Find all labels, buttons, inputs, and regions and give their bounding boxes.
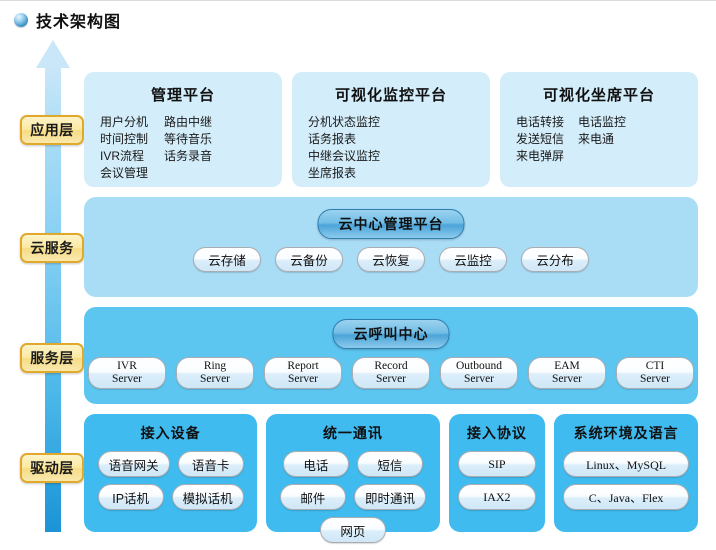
- box-title: 管理平台: [150, 87, 215, 104]
- device-pill-voice-gateway[interactable]: 语音网关: [97, 451, 170, 477]
- server-suffix: Server: [551, 373, 582, 385]
- cloud-pill-distribution[interactable]: 云分布: [521, 247, 589, 272]
- feature-item: 电话监控: [578, 115, 627, 129]
- pill-group: 电话 短信 邮件 即时通讯 网页: [274, 451, 431, 543]
- environment-pill-linux-mysql[interactable]: Linux、MySQL: [563, 451, 690, 477]
- server-suffix: Server: [111, 373, 142, 385]
- feature-list: 电话转接 电话监控 发送短信 来电通 来电弹屏: [510, 114, 688, 165]
- application-box-management-platform: 管理平台 用户分机 路由中继 时间控制 等待音乐 IVR流程 话务录音 会议管理: [84, 72, 282, 187]
- feature-item: 分机状态监控: [308, 115, 381, 129]
- server-suffix: Server: [463, 373, 494, 385]
- layer-badge-cloud-service: 云服务: [20, 233, 84, 263]
- feature-item: 时间控制: [100, 132, 149, 146]
- blue-sphere-icon: [14, 13, 28, 27]
- server-pill-eam[interactable]: EAM Server: [528, 357, 606, 389]
- comm-pill-telephone[interactable]: 电话: [282, 451, 349, 477]
- box-title: 接入设备: [140, 425, 201, 441]
- server-name: Record: [374, 360, 408, 372]
- comm-pill-sms[interactable]: 短信: [356, 451, 423, 477]
- feature-item: 话务录音: [164, 149, 213, 163]
- feature-item: 电话转接: [516, 115, 565, 129]
- pill-group: 语音网关 语音卡 IP话机 模拟话机: [92, 451, 249, 510]
- application-box-visual-monitoring-platform: 可视化监控平台 分机状态监控 话务报表 中继会议监控 坐席报表: [292, 72, 490, 187]
- layer-badge-driver-label: 驱动层: [30, 460, 74, 476]
- box-title: 可视化坐席平台: [542, 87, 655, 104]
- server-pill-ring[interactable]: Ring Server: [176, 357, 254, 389]
- cloud-center-management-platform-heading: 云中心管理平台: [317, 209, 465, 239]
- feature-item: 来电弹屏: [516, 149, 565, 163]
- device-pill-analog-phone[interactable]: 模拟话机: [171, 484, 244, 510]
- feature-item: 中继会议监控: [308, 149, 381, 163]
- top-divider: [0, 0, 716, 1]
- feature-item: 话务报表: [308, 132, 357, 146]
- server-pill-outbound[interactable]: Outbound Server: [440, 357, 518, 389]
- cloud-pill-storage[interactable]: 云存储: [193, 247, 261, 272]
- driver-layer-row: 接入设备 语音网关 语音卡 IP话机 模拟话机 统一通讯 电话 短信 邮件 即时…: [84, 414, 698, 543]
- feature-item: 发送短信: [516, 132, 565, 146]
- server-suffix: Server: [639, 373, 670, 385]
- comm-pill-webpage[interactable]: 网页: [319, 517, 386, 543]
- driver-box-system-environment-languages: 系统环境及语言 Linux、MySQL C、Java、Flex: [554, 414, 698, 532]
- environment-pill-c-java-flex[interactable]: C、Java、Flex: [563, 484, 690, 510]
- server-pill-cti[interactable]: CTI Server: [616, 357, 694, 389]
- feature-item: 用户分机: [100, 115, 149, 129]
- server-pill-record[interactable]: Record Server: [352, 357, 430, 389]
- page-title-text: 技术架构图: [36, 14, 122, 31]
- server-name: IVR: [117, 360, 137, 372]
- cloud-pill-recovery[interactable]: 云恢复: [357, 247, 425, 272]
- box-title: 接入协议: [466, 425, 527, 441]
- cloud-pill-row: 云存储 云备份 云恢复 云监控 云分布: [84, 247, 698, 272]
- comm-pill-instant-messaging[interactable]: 即时通讯: [353, 484, 426, 510]
- box-title: 统一通讯: [322, 425, 383, 441]
- layer-badge-application-label: 应用层: [30, 122, 74, 138]
- feature-item: 来电通: [578, 132, 615, 146]
- device-pill-ip-phone[interactable]: IP话机: [97, 484, 164, 510]
- layer-badge-cloud-service-label: 云服务: [30, 240, 74, 256]
- application-box-visual-agent-platform: 可视化坐席平台 电话转接 电话监控 发送短信 来电通 来电弹屏: [500, 72, 698, 187]
- feature-item: 坐席报表: [308, 166, 357, 180]
- cloud-call-center-heading: 云呼叫中心: [332, 319, 450, 349]
- device-pill-voice-card[interactable]: 语音卡: [177, 451, 244, 477]
- page-title: 技术架构图: [14, 8, 121, 32]
- cloud-service-panel: 云中心管理平台 云存储 云备份 云恢复 云监控 云分布: [84, 197, 698, 297]
- driver-box-unified-communications: 统一通讯 电话 短信 邮件 即时通讯 网页: [266, 414, 440, 543]
- server-suffix: Server: [375, 373, 406, 385]
- protocol-pill-iax2[interactable]: IAX2: [457, 484, 536, 510]
- feature-item: 会议管理: [100, 166, 149, 180]
- server-name: Report: [287, 360, 319, 372]
- driver-box-access-devices: 接入设备 语音网关 语音卡 IP话机 模拟话机: [84, 414, 258, 532]
- layer-badge-service-label: 服务层: [30, 350, 74, 366]
- cloud-pill-monitoring[interactable]: 云监控: [439, 247, 507, 272]
- layer-badge-driver: 驱动层: [20, 453, 84, 483]
- service-layer-panel: 云呼叫中心 IVR Server Ring Server Report Serv…: [84, 307, 698, 404]
- server-name: CTI: [645, 360, 665, 372]
- application-layer-row: 管理平台 用户分机 路由中继 时间控制 等待音乐 IVR流程 话务录音 会议管理…: [84, 72, 698, 187]
- protocol-pill-sip[interactable]: SIP: [457, 451, 536, 477]
- cloud-pill-backup[interactable]: 云备份: [275, 247, 343, 272]
- layer-badge-application: 应用层: [20, 115, 84, 145]
- feature-item: IVR流程: [100, 149, 145, 163]
- box-title: 可视化监控平台: [334, 87, 447, 104]
- feature-list: 分机状态监控 话务报表 中继会议监控 坐席报表: [302, 114, 480, 182]
- pill-group: SIP IAX2: [457, 451, 538, 510]
- box-title: 系统环境及语言: [573, 425, 679, 441]
- driver-box-access-protocols: 接入协议 SIP IAX2: [448, 414, 546, 532]
- server-name: Outbound: [456, 360, 502, 372]
- server-pill-report[interactable]: Report Server: [264, 357, 342, 389]
- layer-badge-service: 服务层: [20, 343, 84, 373]
- arrow-head-icon: [36, 40, 70, 68]
- feature-list: 用户分机 路由中继 时间控制 等待音乐 IVR流程 话务录音 会议管理: [94, 114, 272, 182]
- comm-pill-email[interactable]: 邮件: [279, 484, 346, 510]
- feature-item: 路由中继: [164, 115, 213, 129]
- pill-group: Linux、MySQL C、Java、Flex: [562, 451, 690, 510]
- server-suffix: Server: [199, 373, 230, 385]
- server-name: Ring: [203, 360, 227, 372]
- server-pill-row: IVR Server Ring Server Report Server Rec…: [84, 357, 698, 389]
- feature-item: 等待音乐: [164, 132, 213, 146]
- server-name: EAM: [554, 360, 580, 372]
- server-suffix: Server: [287, 373, 318, 385]
- server-pill-ivr[interactable]: IVR Server: [88, 357, 166, 389]
